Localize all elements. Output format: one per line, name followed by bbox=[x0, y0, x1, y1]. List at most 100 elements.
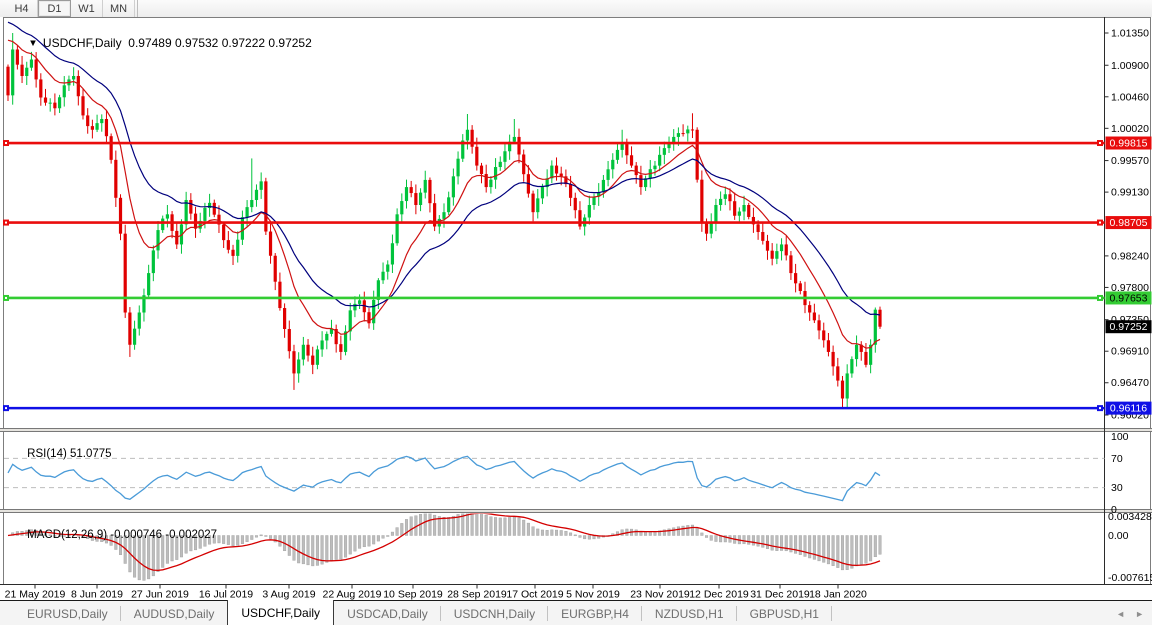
candle-body bbox=[761, 232, 765, 241]
macd-bar bbox=[222, 535, 226, 544]
candle-body bbox=[629, 155, 634, 166]
macd-bar bbox=[761, 535, 765, 548]
candle-body bbox=[451, 176, 455, 198]
chart-canvas[interactable]: 1.01350 1.00900 1.00460 1.00020 0.99570 0.991… bbox=[0, 17, 1152, 601]
candle-body bbox=[381, 271, 385, 281]
chart-title: ▼ USDCHF,Daily 0.97489 0.97532 0.97222 0.… bbox=[7, 22, 312, 64]
candle-body bbox=[161, 218, 165, 231]
macd-bar bbox=[344, 535, 348, 558]
date-tick-label: 17 Oct 2019 bbox=[506, 589, 563, 601]
timeframe-button-mn[interactable]: MN bbox=[103, 0, 135, 17]
tab-usdcad-daily[interactable]: USDCAD,Daily bbox=[334, 601, 441, 625]
candle-body bbox=[114, 159, 118, 198]
timeframe-button-w1[interactable]: W1 bbox=[71, 0, 103, 17]
tab-nzdusd-h1[interactable]: NZDUSD,H1 bbox=[642, 601, 737, 625]
candle-body bbox=[728, 194, 732, 202]
macd-bar bbox=[555, 529, 559, 536]
tab-gbpusd-h1[interactable]: GBPUSD,H1 bbox=[737, 601, 832, 625]
macd-bar bbox=[775, 535, 779, 551]
macd-bar bbox=[245, 535, 249, 542]
tab-usdchf-daily[interactable]: USDCHF,Daily bbox=[227, 600, 335, 625]
macd-bar bbox=[812, 535, 816, 560]
macd-bar bbox=[878, 535, 882, 555]
macd-bar bbox=[395, 527, 399, 536]
macd-bar bbox=[358, 535, 362, 549]
candle-body bbox=[222, 224, 226, 241]
macd-bar bbox=[494, 517, 498, 536]
macd-bar bbox=[747, 535, 751, 545]
candle-body bbox=[240, 217, 245, 240]
macd-bar bbox=[676, 526, 680, 536]
price-tick-label: 0.99130 bbox=[1111, 187, 1149, 199]
candle-body bbox=[358, 300, 362, 304]
date-tick-label: 16 Jul 2019 bbox=[199, 589, 253, 601]
timeframe-toolbar: H4 D1 W1 MN bbox=[0, 0, 1152, 18]
macd-bar bbox=[695, 527, 699, 536]
macd-bar bbox=[297, 535, 301, 564]
rsi-label: RSI(14) 51.0775 bbox=[8, 436, 111, 472]
candle-body bbox=[714, 205, 718, 222]
timeframe-button-h4[interactable]: H4 bbox=[6, 0, 38, 17]
macd-bar bbox=[536, 528, 540, 536]
macd-bar bbox=[531, 526, 535, 536]
candle-body bbox=[840, 380, 845, 399]
chart-surface[interactable]: 1.01350 1.00900 1.00460 1.00020 0.99570 0.991… bbox=[0, 17, 1152, 601]
tab-audusd-daily[interactable]: AUDUSD,Daily bbox=[121, 601, 228, 625]
date-tick-label: 3 Aug 2019 bbox=[262, 589, 315, 601]
candle-body bbox=[845, 373, 849, 399]
macd-bar bbox=[587, 535, 591, 540]
macd-bar bbox=[400, 523, 404, 536]
rsi-axis-label-70: 70 bbox=[1111, 453, 1123, 465]
candle-body bbox=[784, 244, 788, 256]
tab-usdcnh-daily[interactable]: USDCNH,Daily bbox=[441, 601, 549, 625]
candle-body bbox=[531, 193, 535, 213]
candle-body bbox=[81, 96, 85, 116]
macd-bar bbox=[634, 529, 638, 536]
candle-body bbox=[386, 264, 390, 272]
rsi-axis-label-100: 100 bbox=[1111, 431, 1129, 443]
macd-bar bbox=[855, 535, 859, 567]
macd-bar bbox=[447, 517, 451, 536]
candle-body bbox=[826, 340, 831, 352]
timeframe-buttons: H4 D1 W1 MN bbox=[6, 0, 135, 17]
candle-body bbox=[189, 199, 193, 214]
candle-body bbox=[676, 133, 681, 137]
macd-bar bbox=[751, 535, 755, 546]
candle-body bbox=[404, 187, 409, 202]
candle-body bbox=[76, 76, 80, 97]
candle-body bbox=[498, 161, 502, 168]
candle-body bbox=[236, 239, 240, 256]
macd-bar bbox=[367, 535, 371, 547]
candle-body bbox=[123, 233, 127, 313]
price-tick-label: 1.00460 bbox=[1111, 91, 1149, 103]
candle-body bbox=[353, 303, 357, 311]
candle-body bbox=[503, 151, 507, 162]
support-line-0.97653-badge-label: 0.97653 bbox=[1110, 292, 1148, 304]
resistance-line-0.99815-handle-dot bbox=[5, 142, 7, 145]
macd-bar bbox=[808, 535, 812, 559]
candle-body bbox=[297, 359, 301, 374]
candle-body bbox=[681, 133, 685, 135]
candle-body bbox=[128, 312, 132, 345]
candle-body bbox=[104, 119, 109, 137]
macd-label: MACD(12,26,9) -0.000746 -0.002027 bbox=[8, 517, 217, 553]
candle-body bbox=[587, 205, 591, 218]
macd-bar bbox=[508, 517, 512, 536]
macd-bar bbox=[489, 516, 493, 536]
macd-bar bbox=[433, 514, 437, 536]
date-tick-label: 8 Jun 2019 bbox=[71, 589, 123, 601]
tab-scroll-left-icon[interactable]: ◄ bbox=[1116, 609, 1125, 619]
timeframe-button-d1[interactable]: D1 bbox=[38, 0, 71, 17]
price-tick-label: 1.01350 bbox=[1111, 28, 1149, 40]
tab-eurusd-daily[interactable]: EURUSD,Daily bbox=[14, 601, 121, 625]
candle-body bbox=[86, 115, 90, 127]
macd-bar bbox=[376, 535, 380, 542]
candle-body bbox=[287, 328, 291, 352]
candle-body bbox=[779, 244, 784, 252]
tab-eurgbp-h4[interactable]: EURGBP,H4 bbox=[548, 601, 642, 625]
tab-scroll-right-icon[interactable]: ► bbox=[1135, 609, 1144, 619]
resistance-line-0.98705-handle-dot bbox=[1099, 221, 1101, 224]
macd-bar bbox=[850, 535, 854, 569]
candle-body bbox=[151, 250, 155, 274]
candle-body bbox=[165, 214, 169, 219]
